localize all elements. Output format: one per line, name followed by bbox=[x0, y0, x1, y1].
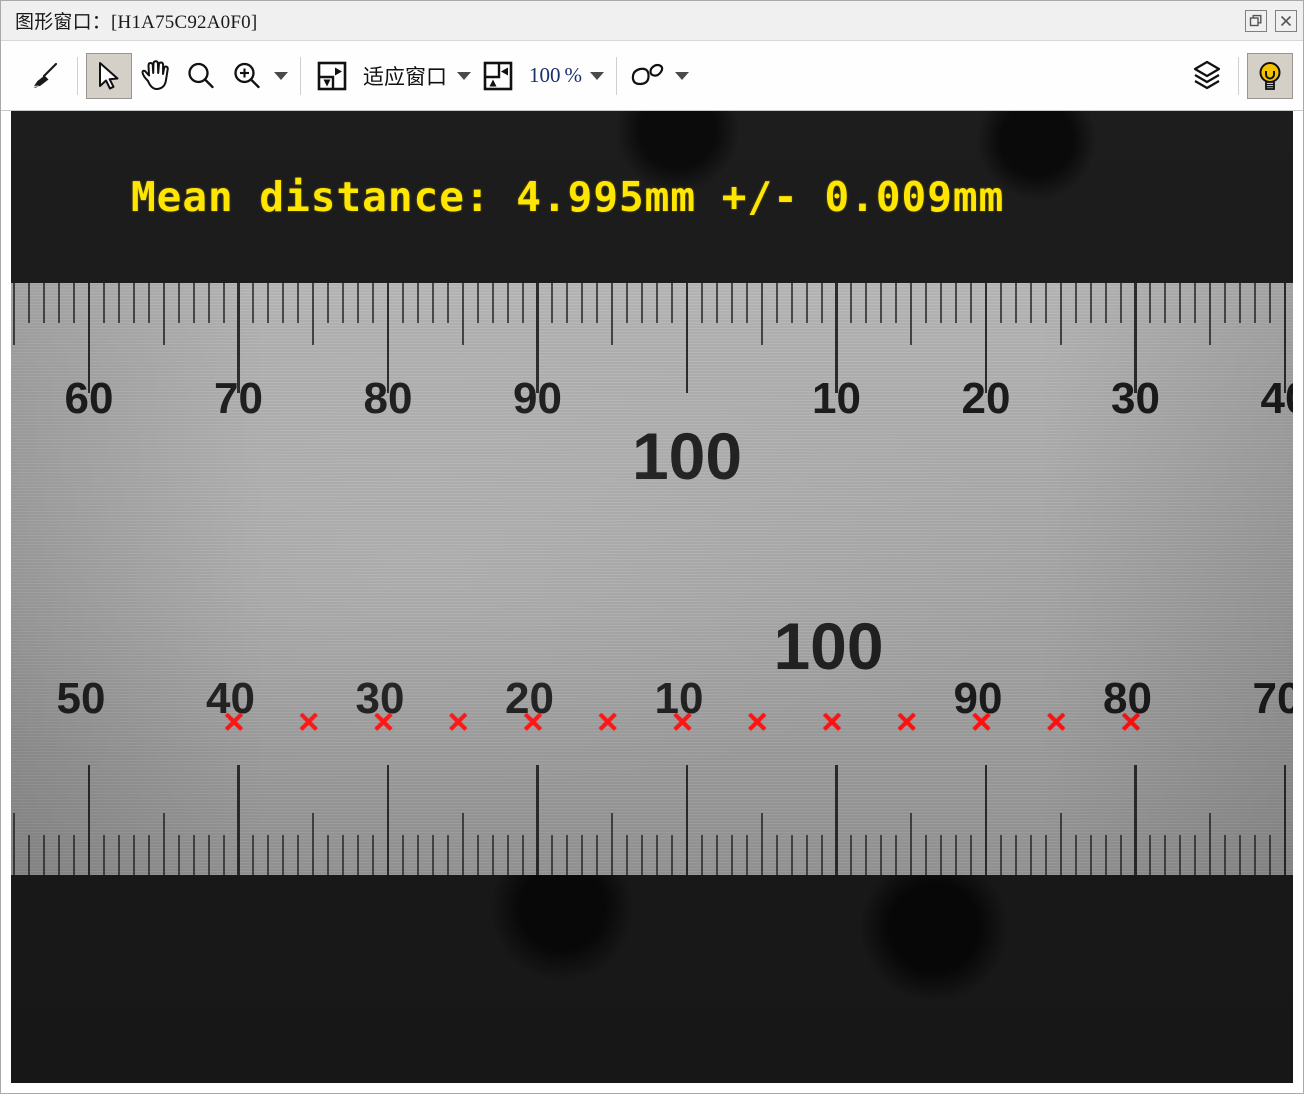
arrow-cursor-icon bbox=[99, 61, 119, 89]
ruler-label-bottom: 70 bbox=[1252, 674, 1293, 723]
window-controls bbox=[1245, 9, 1297, 32]
ruler-label-top: 90 bbox=[513, 374, 562, 423]
zoom-tool-button[interactable] bbox=[178, 53, 224, 99]
measurement-marker: ✕ bbox=[446, 707, 470, 738]
restore-button[interactable] bbox=[1245, 9, 1267, 32]
steel-ruler: 6070809010010203040 5040302010100908070 … bbox=[11, 283, 1293, 875]
image-canvas-wrapper[interactable]: 6070809010010203040 5040302010100908070 … bbox=[1, 111, 1303, 1093]
graphics-window: 图形窗口：[H1A75C92A0F0] 适应窗口 100 % 60 70 80 … bbox=[0, 0, 1304, 1094]
ruler-label-bottom: 50 bbox=[56, 674, 106, 723]
ruler-label-top: 70 bbox=[214, 374, 263, 423]
zoom-level-icon bbox=[483, 61, 513, 90]
pan-tool-button[interactable] bbox=[132, 53, 178, 99]
toolbar-separator-2 bbox=[300, 56, 301, 95]
measurement-marker: ✕ bbox=[670, 707, 695, 738]
chevron-down-icon bbox=[675, 71, 689, 80]
roi-dropdown-caret[interactable] bbox=[671, 53, 693, 99]
measurement-marker: ✕ bbox=[222, 707, 246, 738]
ruler-label-top: 10 bbox=[812, 374, 861, 423]
lamp-button[interactable] bbox=[1247, 52, 1293, 99]
lightbulb-icon bbox=[1259, 61, 1281, 90]
measurement-marker: ✕ bbox=[745, 707, 769, 738]
zoom-level-caret[interactable] bbox=[586, 53, 608, 99]
chevron-down-icon bbox=[274, 71, 288, 80]
ruler-label-top: 80 bbox=[363, 374, 413, 423]
roi-tool-button[interactable] bbox=[625, 53, 671, 99]
zoom-level-value: 100 bbox=[529, 63, 561, 87]
chevron-down-icon bbox=[590, 71, 604, 80]
magnifier-plus-icon bbox=[234, 62, 260, 88]
zoom-dropdown-caret[interactable] bbox=[270, 53, 292, 99]
ruler-label-top: 60 bbox=[64, 374, 114, 423]
zoom-in-button[interactable] bbox=[224, 53, 270, 99]
measurement-marker: ✕ bbox=[371, 707, 396, 738]
restore-icon bbox=[1249, 14, 1262, 26]
chevron-down-icon bbox=[457, 71, 471, 80]
fit-window-icon bbox=[317, 61, 347, 90]
close-icon bbox=[1280, 15, 1292, 26]
toolbar-separator-3 bbox=[616, 56, 617, 95]
select-tool-button[interactable] bbox=[86, 52, 132, 99]
magnifier-icon bbox=[188, 62, 214, 88]
hand-icon bbox=[141, 59, 169, 90]
layers-button[interactable] bbox=[1184, 53, 1230, 99]
zoom-level-button[interactable] bbox=[475, 53, 521, 99]
toolbar-separator bbox=[77, 56, 78, 95]
measurement-marker: ✕ bbox=[1044, 707, 1068, 738]
fit-window-combo[interactable]: 适应窗口 bbox=[309, 53, 475, 99]
ruler-label-top: 100 bbox=[631, 419, 743, 493]
layers-icon bbox=[1193, 60, 1221, 89]
titlebar: 图形窗口：[H1A75C92A0F0] bbox=[1, 1, 1303, 41]
measurement-marker: ✕ bbox=[297, 707, 321, 738]
fit-window-button[interactable] bbox=[309, 53, 355, 99]
close-button[interactable] bbox=[1275, 9, 1297, 32]
ruler-label-bottom: 100 bbox=[773, 609, 884, 683]
ruler-label-top: 30 bbox=[1111, 374, 1160, 423]
measurement-marker: ✕ bbox=[895, 707, 919, 738]
measurement-marker: ✕ bbox=[820, 707, 844, 738]
toolbar: 适应窗口 100 % bbox=[1, 41, 1303, 111]
measurement-marker: ✕ bbox=[1119, 707, 1143, 738]
broom-icon bbox=[33, 62, 58, 88]
measurement-overlay-text: Mean distance: 4.995mm +/- 0.009mm bbox=[131, 173, 1005, 221]
window-title: 图形窗口：[H1A75C92A0F0] bbox=[15, 12, 258, 33]
measurement-marker: ✕ bbox=[521, 707, 545, 738]
zoom-level-combo[interactable]: 100 % bbox=[475, 53, 608, 99]
ruler-label-top: 40 bbox=[1260, 374, 1293, 423]
measurement-marker: ✕ bbox=[596, 707, 620, 738]
measurement-marker: ✕ bbox=[969, 707, 994, 738]
image-canvas[interactable]: 6070809010010203040 5040302010100908070 … bbox=[11, 111, 1293, 1083]
fit-window-caret[interactable] bbox=[453, 53, 475, 99]
fit-window-label: 适应窗口 bbox=[363, 64, 447, 89]
region-blob-icon bbox=[631, 63, 664, 85]
ruler-label-top: 20 bbox=[961, 374, 1011, 423]
zoom-level-unit: % bbox=[564, 63, 583, 87]
toolbar-separator-4 bbox=[1238, 56, 1239, 95]
clear-button[interactable] bbox=[23, 53, 69, 99]
